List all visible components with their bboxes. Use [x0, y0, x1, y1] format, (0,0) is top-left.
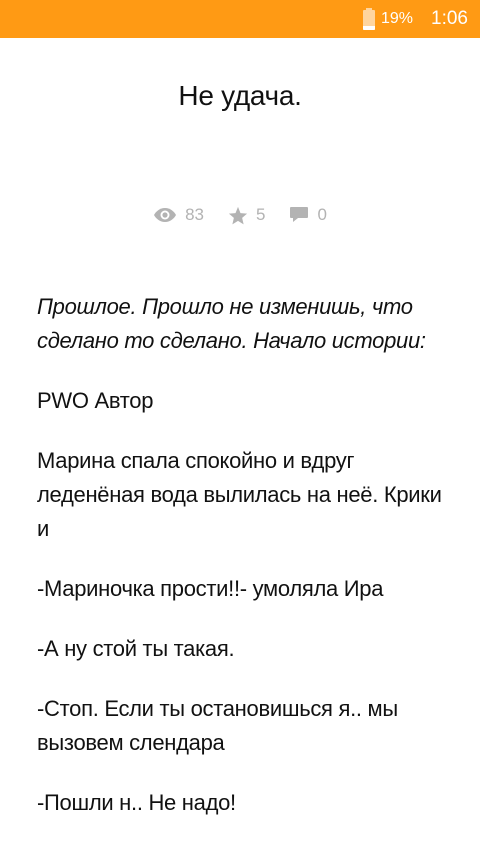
eye-icon: [154, 208, 177, 222]
story-paragraph: PWO Автор: [37, 388, 154, 413]
status-indicators: 19% 1:06: [362, 0, 468, 38]
views-stat: 83: [153, 205, 204, 225]
story-title: Не удача.: [178, 80, 302, 111]
stars-count: 5: [255, 205, 266, 224]
comments-count: 0: [317, 205, 327, 224]
comments-stat: 0: [289, 205, 327, 225]
story-paragraph: -Мариночка прости!!- умоляла Ира: [37, 576, 384, 601]
story-paragraph: -Пошли н.. Не надо!: [37, 790, 236, 815]
story-paragraph: Прошлое. Прошло не изменишь, что сделано…: [37, 294, 426, 353]
story-content: Прошлое. Прошло не изменишь, что сделано…: [37, 290, 447, 846]
star-icon: [228, 206, 248, 224]
stars-stat: 5: [228, 205, 265, 225]
story-stats: 83 5 0: [0, 205, 480, 225]
battery-icon: [362, 8, 375, 30]
clock: 1:06: [431, 8, 468, 29]
battery-percent: 19%: [380, 10, 414, 27]
status-bar: 19% 1:06: [0, 0, 480, 38]
comment-icon: [290, 207, 309, 222]
views-count: 83: [185, 205, 204, 224]
story-paragraph: -Стоп. Если ты остановишься я.. мы вызов…: [37, 696, 398, 755]
story-paragraph: -А ну стой ты такая.: [37, 636, 235, 661]
story-paragraph: Марина спала спокойно и вдруг леденёная …: [37, 448, 442, 541]
